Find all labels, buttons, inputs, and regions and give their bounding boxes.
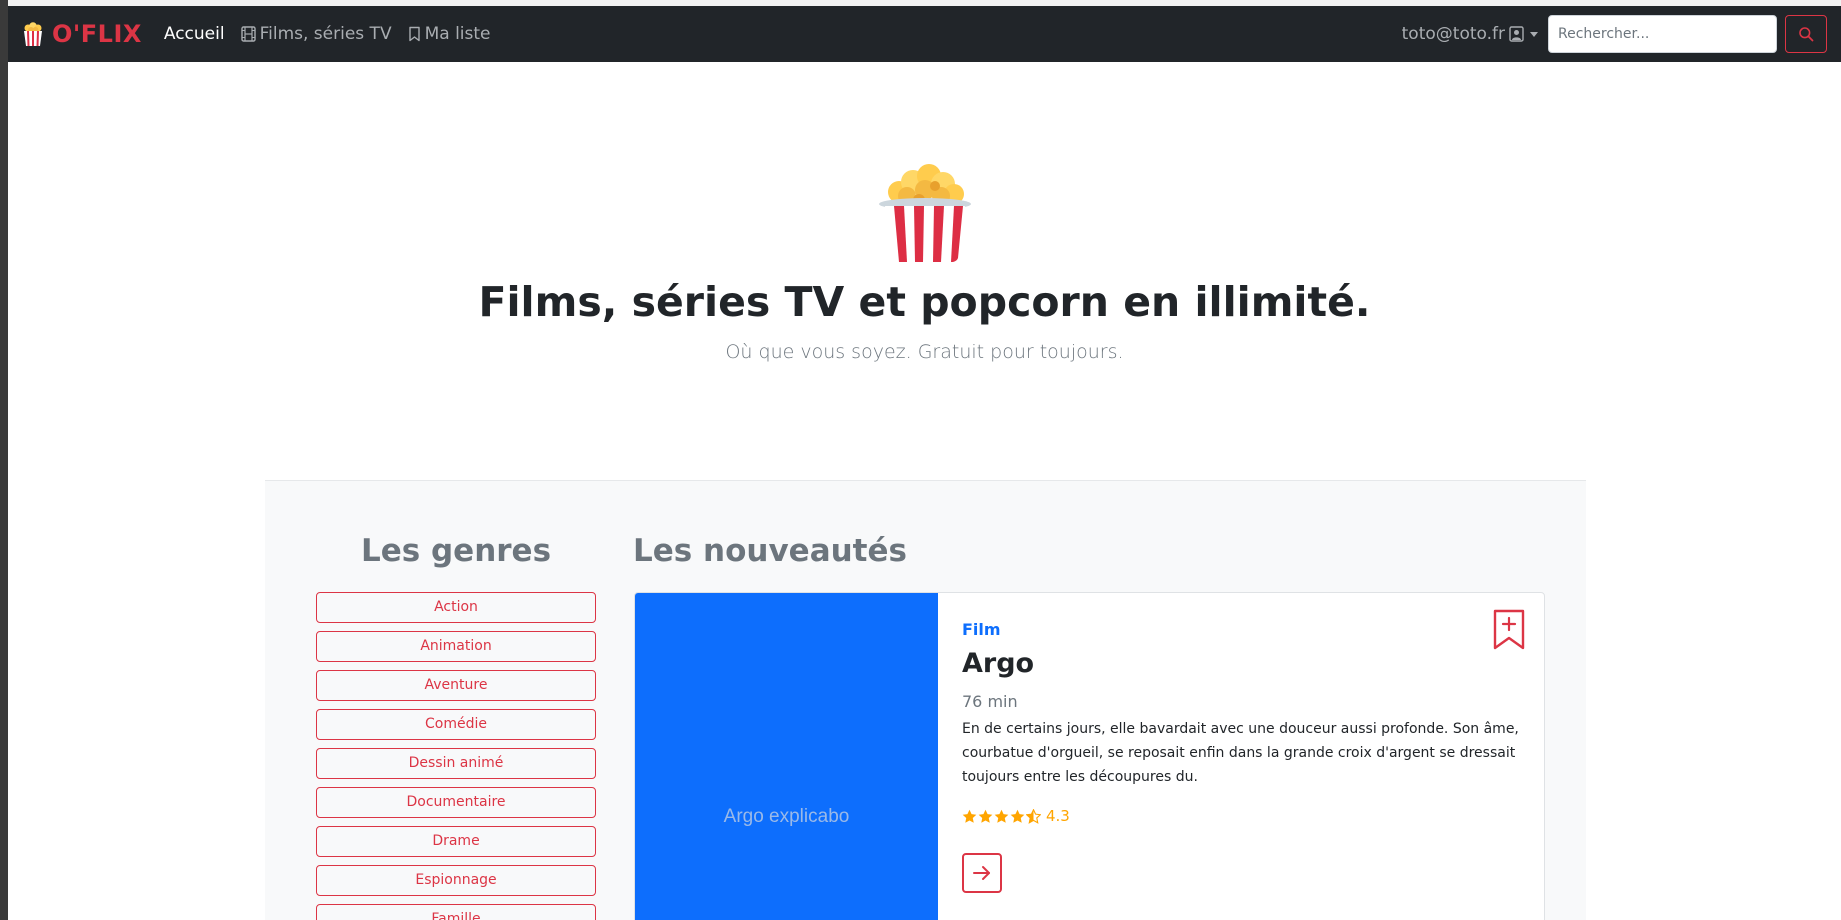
nav-right: toto@toto.fr [1402, 15, 1827, 53]
brand-link[interactable]: O'FLIX [20, 20, 142, 48]
genre-button-espionnage[interactable]: Espionnage [316, 865, 596, 896]
search-button[interactable] [1785, 15, 1827, 53]
nav-movies-series[interactable]: Films, séries TV [240, 24, 392, 44]
rating-value: 4.3 [1046, 807, 1070, 825]
nav-my-list[interactable]: Ma liste [408, 24, 491, 44]
bookmark-icon [408, 26, 420, 42]
hero-subtitle: Où que vous soyez. Gratuit pour toujours… [725, 341, 1124, 363]
brand-name: O'FLIX [52, 20, 142, 48]
popcorn-icon [879, 164, 971, 262]
main-section: Les genres Action Animation Aventure Com… [265, 480, 1586, 920]
genres-title: Les genres [360, 533, 552, 569]
genre-button-action[interactable]: Action [316, 592, 596, 623]
star-half-icon [1026, 808, 1041, 824]
chevron-down-icon [1530, 31, 1538, 37]
window-left-edge [0, 0, 8, 920]
movie-details-button[interactable] [962, 853, 1002, 893]
search-icon [1799, 27, 1814, 42]
movie-title: Argo [962, 648, 1035, 679]
movie-poster: Argo explicabo [635, 593, 938, 920]
page-viewport: O'FLIX Accueil Films, séries TV Ma liste… [8, 6, 1841, 920]
movie-description: En de certains jours, elle bavardait ave… [962, 721, 1519, 785]
genre-button-famille[interactable]: Famille [316, 904, 596, 920]
hero-title: Films, séries TV et popcorn en illimité. [478, 278, 1371, 326]
genre-list: Action Animation Aventure Comédie Dessin… [316, 592, 596, 920]
nav-home-label: Accueil [163, 24, 225, 44]
genre-button-drame[interactable]: Drame [316, 826, 596, 857]
hero-section: Films, séries TV et popcorn en illimité.… [8, 62, 1841, 363]
star-icon [1010, 809, 1025, 823]
bookmark-plus-icon[interactable] [1492, 609, 1526, 651]
news-title: Les nouveautés [633, 533, 907, 569]
genre-button-comedie[interactable]: Comédie [316, 709, 596, 740]
nav-my-list-label: Ma liste [424, 24, 491, 44]
nav-home[interactable]: Accueil [164, 24, 225, 44]
user-avatar-icon [1509, 26, 1524, 42]
movie-poster-alt-text: Argo explicabo [723, 806, 850, 827]
star-icon [962, 809, 977, 823]
nav-links: Accueil Films, séries TV Ma liste [164, 24, 507, 44]
search-input[interactable] [1548, 15, 1777, 53]
movie-type: Film [962, 620, 1001, 639]
popcorn-logo-icon [24, 22, 42, 46]
movie-rating: 4.3 [962, 807, 1070, 825]
arrow-right-icon [973, 866, 990, 880]
star-icon [978, 809, 993, 823]
genre-button-documentaire[interactable]: Documentaire [316, 787, 596, 818]
navbar: O'FLIX Accueil Films, séries TV Ma liste… [8, 6, 1841, 62]
user-menu-toggle[interactable]: toto@toto.fr [1402, 24, 1538, 44]
movie-card: Argo explicabo Film Argo 76 min En de ce… [634, 592, 1545, 920]
genre-button-dessin-anime[interactable]: Dessin animé [316, 748, 596, 779]
nav-movies-series-label: Films, séries TV [259, 24, 392, 44]
genre-button-aventure[interactable]: Aventure [316, 670, 596, 701]
user-email: toto@toto.fr [1401, 24, 1505, 44]
rating-stars [962, 808, 1042, 824]
film-icon [240, 26, 256, 42]
genre-button-animation[interactable]: Animation [316, 631, 596, 662]
movie-duration: 76 min [962, 692, 1018, 711]
star-icon [994, 809, 1009, 823]
